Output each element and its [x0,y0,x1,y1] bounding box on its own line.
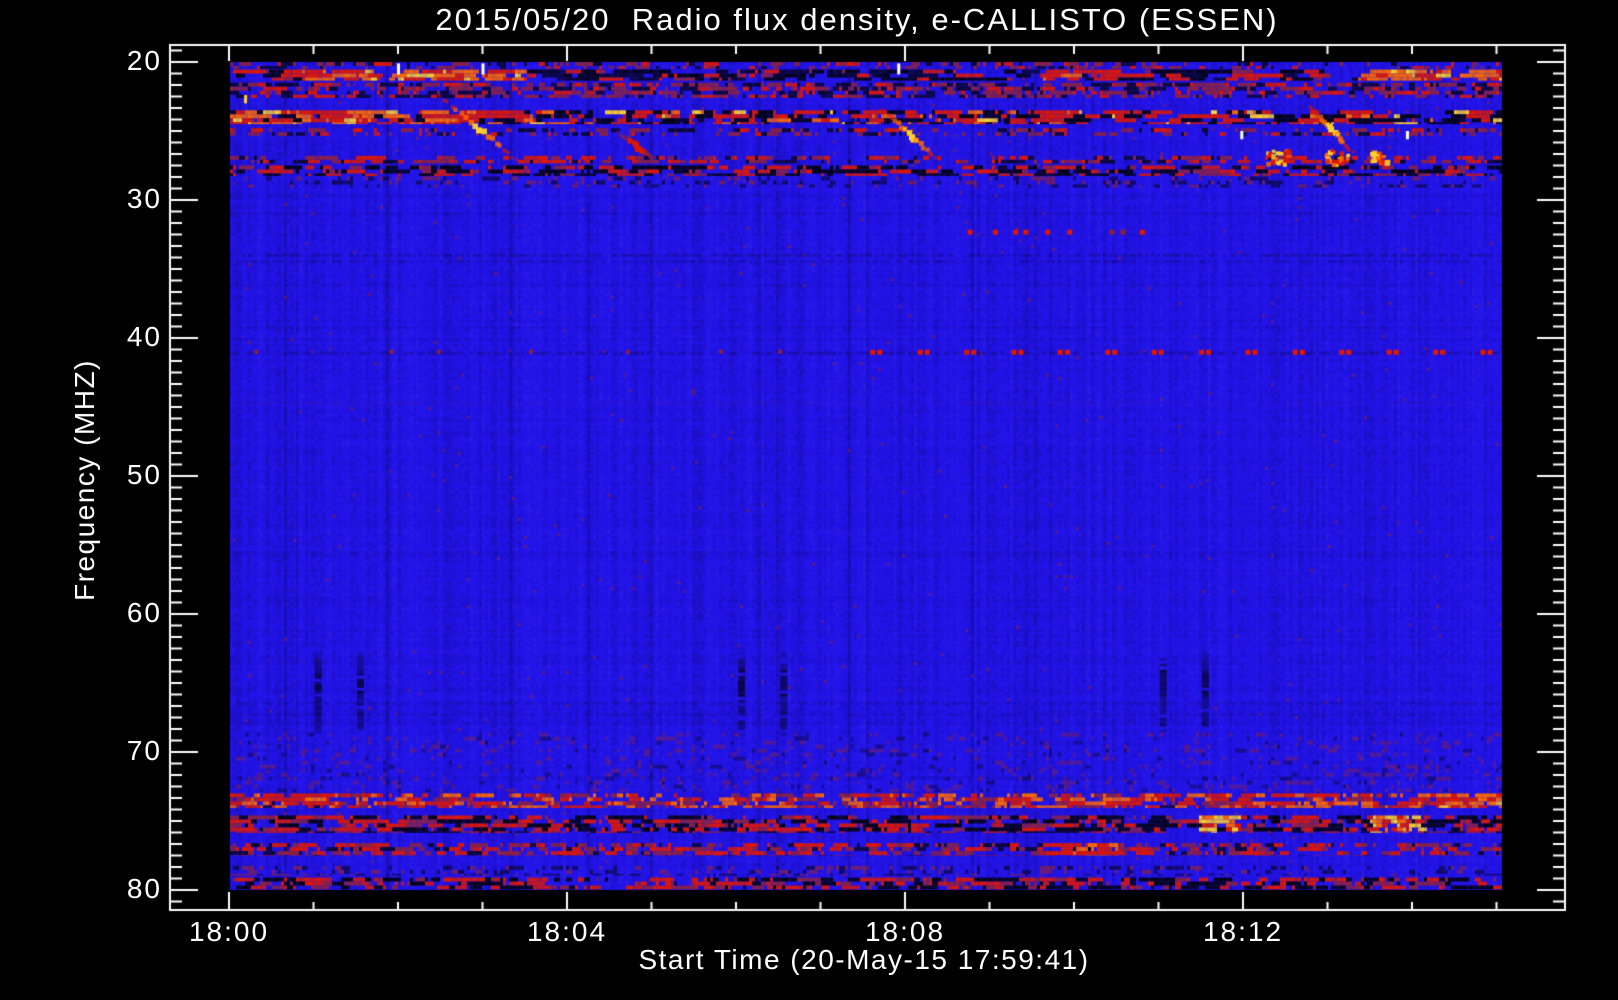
x-axis-label: Start Time (20-May-15 17:59:41) [638,944,1090,975]
x-tick-label: 18:00 [188,916,270,947]
y-tick-label: 30 [126,183,162,214]
chart-title: 2015/05/20 Radio flux density, e-CALLIST… [435,2,1279,37]
spectrogram-canvas [0,0,1618,1000]
spectrogram-window: 2015/05/20 Radio flux density, e-CALLIST… [0,0,1618,1000]
y-tick-label: 80 [126,873,162,904]
y-tick-label: 50 [126,459,162,490]
x-tick-label: 18:12 [1202,916,1284,947]
y-tick-label: 60 [126,597,162,628]
y-tick-label: 20 [126,45,162,76]
x-tick-label: 18:08 [864,916,946,947]
y-tick-label: 40 [126,321,162,352]
y-tick-label: 70 [126,735,162,766]
x-tick-label: 18:04 [526,916,608,947]
